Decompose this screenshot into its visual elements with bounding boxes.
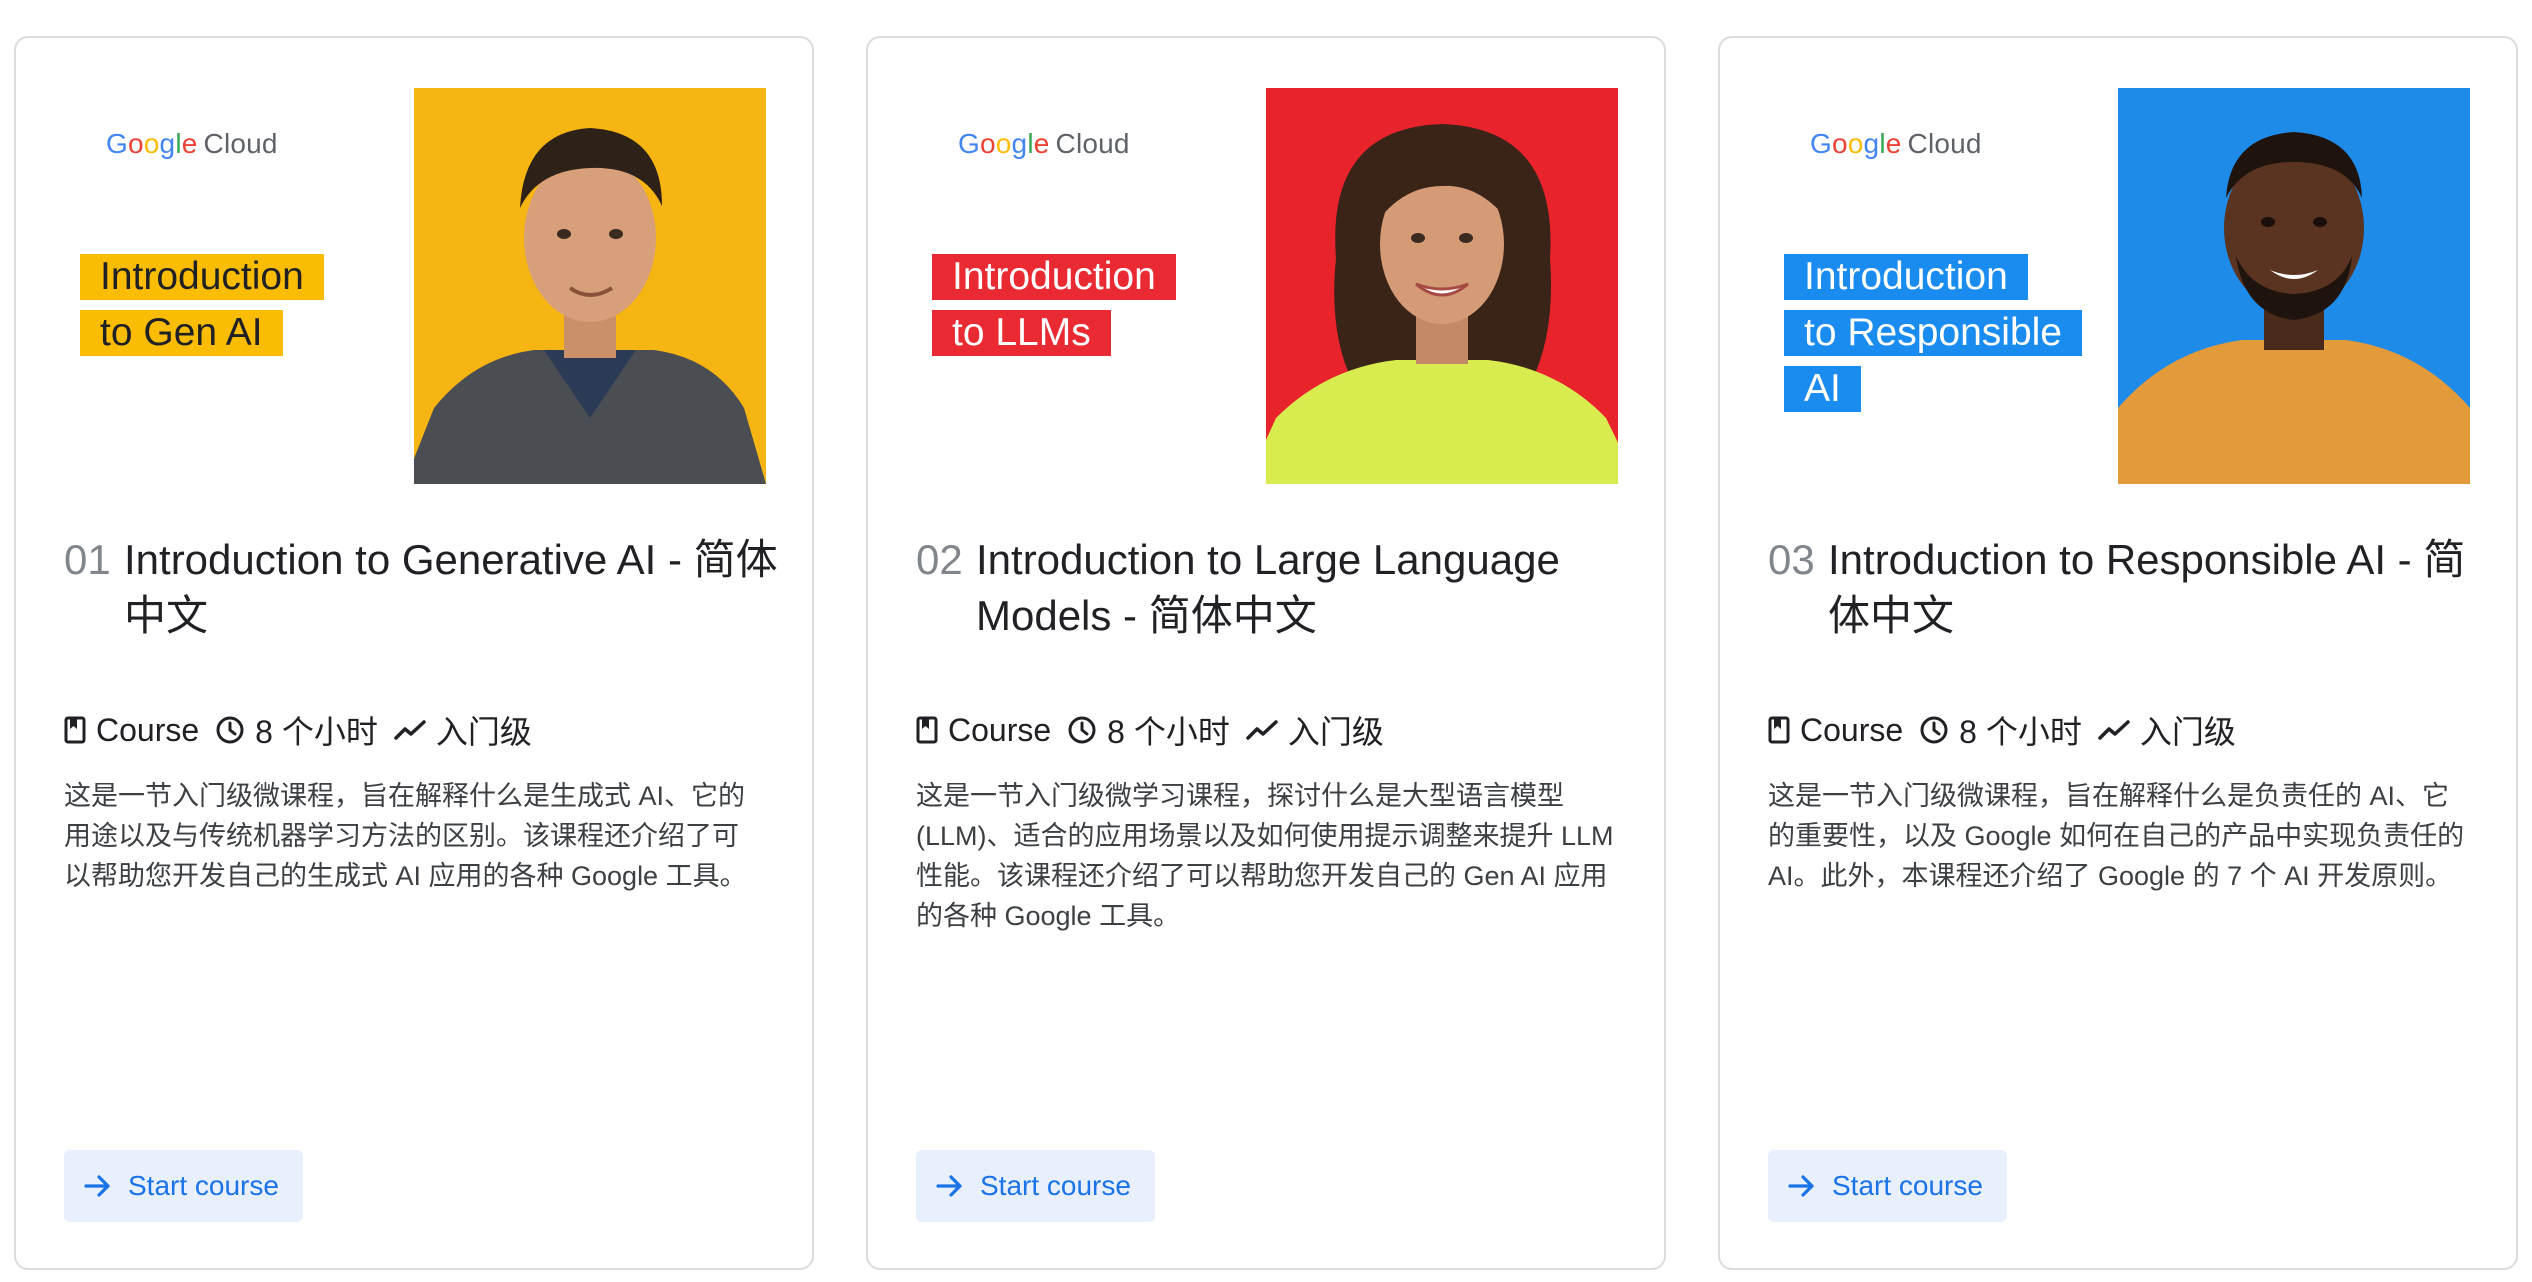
course-card[interactable]: Google Cloud Introduction to Gen AI 01 I… (14, 36, 814, 1270)
course-duration: 8 个小时 (1919, 707, 2082, 753)
course-card[interactable]: Google Cloud Introduction to Responsible … (1718, 36, 2518, 1270)
course-duration: 8 个小时 (215, 707, 378, 753)
course-title[interactable]: Introduction to Responsible AI - 简体中文 (1828, 532, 2488, 644)
trending-up-icon (2098, 720, 2130, 740)
course-level: 入门级 (1246, 707, 1384, 753)
instructor-photo (414, 88, 766, 484)
start-course-button[interactable]: Start course (64, 1150, 303, 1222)
google-cloud-logo: Google Cloud (958, 128, 1130, 159)
course-level: 入门级 (2098, 707, 2236, 753)
clock-icon (216, 716, 244, 744)
google-cloud-logo: Google Cloud (106, 128, 278, 159)
course-title[interactable]: Introduction to Large Language Models - … (976, 532, 1636, 644)
course-meta: Course 8 个小时 入门级 (916, 708, 1400, 752)
course-type: Course (1768, 712, 1903, 749)
instructor-portrait (2118, 132, 2470, 484)
banner-line: to LLMs (932, 310, 1111, 356)
banner-title: Introduction to Responsible AI (1784, 254, 2082, 422)
start-course-label: Start course (1832, 1170, 1983, 1201)
arrow-right-icon (1788, 1175, 1814, 1197)
course-type: Course (64, 712, 199, 749)
course-meta: Course 8 个小时 入门级 (64, 708, 548, 752)
course-title[interactable]: Introduction to Generative AI - 简体中文 (124, 532, 784, 644)
banner-line: to Responsible (1784, 310, 2082, 356)
google-cloud-logo: Google Cloud (1810, 128, 1982, 159)
course-number: 01 (64, 536, 111, 583)
course-banner-image[interactable]: Google Cloud Introduction to LLMs (918, 88, 1618, 484)
arrow-right-icon (936, 1175, 962, 1197)
instructor-portrait (414, 128, 766, 484)
course-banner-image[interactable]: Google Cloud Introduction to Gen AI (66, 88, 766, 484)
course-number: 02 (916, 536, 963, 583)
course-level: 入门级 (394, 707, 532, 753)
course-description: 这是一节入门级微学习课程，探讨什么是大型语言模型 (LLM)、适合的应用场景以及… (916, 781, 1614, 931)
trending-up-icon (394, 720, 426, 740)
start-course-label: Start course (980, 1170, 1131, 1201)
instructor-photo (1266, 88, 1618, 484)
course-card[interactable]: Google Cloud Introduction to LLMs 02 Int… (866, 36, 1666, 1270)
course-description: 这是一节入门级微课程，旨在解释什么是生成式 AI、它的用途以及与传统机器学习方法… (64, 781, 747, 891)
book-icon (64, 716, 86, 744)
trending-up-icon (1246, 720, 1278, 740)
banner-line: Introduction (80, 254, 324, 300)
start-course-button[interactable]: Start course (916, 1150, 1155, 1222)
instructor-photo (2118, 88, 2470, 484)
course-meta: Course 8 个小时 入门级 (1768, 708, 2252, 752)
banner-title: Introduction to LLMs (932, 254, 1176, 366)
book-icon (1768, 716, 1790, 744)
course-banner-image[interactable]: Google Cloud Introduction to Responsible … (1770, 88, 2470, 484)
banner-title: Introduction to Gen AI (80, 254, 324, 366)
course-number: 03 (1768, 536, 1815, 583)
course-type: Course (916, 712, 1051, 749)
course-description: 这是一节入门级微课程，旨在解释什么是负责任的 AI、它的重要性，以及 Googl… (1768, 781, 2465, 891)
arrow-right-icon (84, 1175, 110, 1197)
start-course-button[interactable]: Start course (1768, 1150, 2007, 1222)
banner-line: Introduction (1784, 254, 2028, 300)
course-duration: 8 个小时 (1067, 707, 1230, 753)
start-course-label: Start course (128, 1170, 279, 1201)
instructor-portrait (1266, 124, 1618, 484)
clock-icon (1920, 716, 1948, 744)
banner-line: Introduction (932, 254, 1176, 300)
banner-line: AI (1784, 366, 1861, 412)
book-icon (916, 716, 938, 744)
course-card-grid: Google Cloud Introduction to Gen AI 01 I… (0, 0, 2532, 1282)
course-title-block: 02 Introduction to Large Language Models… (916, 532, 1636, 644)
course-title-block: 01 Introduction to Generative AI - 简体中文 (64, 532, 784, 644)
course-title-block: 03 Introduction to Responsible AI - 简体中文 (1768, 532, 2488, 644)
clock-icon (1068, 716, 1096, 744)
banner-line: to Gen AI (80, 310, 283, 356)
